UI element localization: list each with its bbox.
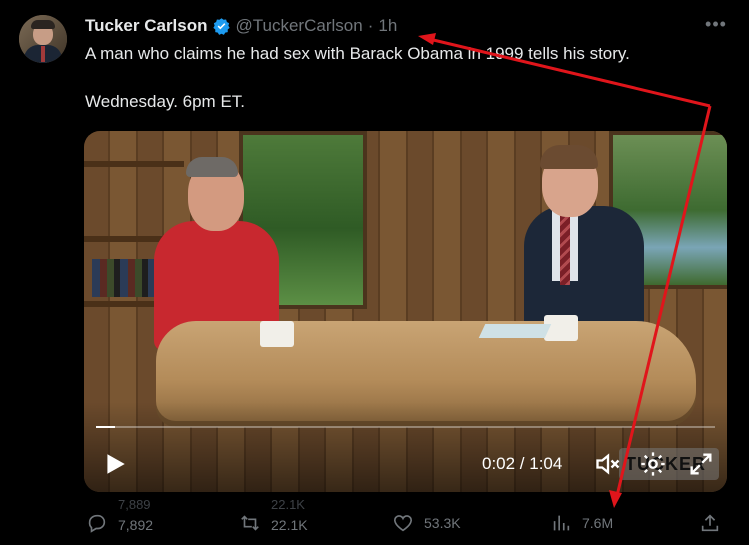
papers bbox=[478, 324, 552, 338]
tweet-timestamp[interactable]: 1h bbox=[378, 16, 397, 36]
tweet-actions-bar: 7,889 7,892 22.1K 22.1K 53.3K 7.6M bbox=[84, 497, 727, 541]
video-progress-fill bbox=[96, 426, 115, 428]
guest-hair bbox=[186, 157, 238, 177]
retweet-count: 22.1K bbox=[271, 517, 308, 533]
share-button[interactable] bbox=[699, 505, 721, 541]
play-icon[interactable] bbox=[102, 451, 128, 477]
volume-muted-icon[interactable] bbox=[594, 450, 622, 478]
host-tie bbox=[560, 215, 570, 285]
shelf bbox=[84, 161, 184, 167]
retweet-count-previous: 22.1K bbox=[271, 497, 305, 512]
tweet-text-line: A man who claims he had sex with Barack … bbox=[85, 44, 630, 63]
tweet-text: A man who claims he had sex with Barack … bbox=[85, 43, 725, 113]
host-hair bbox=[540, 145, 598, 169]
author-handle[interactable]: @TuckerCarlson bbox=[236, 16, 363, 36]
video-player[interactable]: 0:02 / 1:04 TUCKER bbox=[84, 131, 727, 492]
tweet-text-line: Wednesday. 6pm ET. bbox=[85, 92, 246, 111]
reply-button[interactable]: 7,889 7,892 bbox=[86, 497, 154, 541]
views-button[interactable]: 7.6M bbox=[550, 505, 613, 541]
views-count: 7.6M bbox=[582, 515, 614, 531]
retweet-button[interactable]: 22.1K 22.1K bbox=[239, 497, 308, 541]
avatar-figure-hair bbox=[31, 20, 55, 29]
like-button[interactable]: 53.3K bbox=[392, 505, 461, 541]
video-timecode: 0:02 / 1:04 bbox=[482, 454, 563, 473]
coffee-mug bbox=[260, 321, 294, 347]
reply-icon bbox=[88, 514, 106, 533]
like-count: 53.3K bbox=[424, 515, 461, 531]
video-frame bbox=[84, 131, 727, 492]
reply-count: 7,892 bbox=[118, 517, 154, 533]
retweet-icon bbox=[241, 515, 259, 531]
meta-separator: · bbox=[367, 16, 374, 35]
verified-badge-icon[interactable] bbox=[212, 17, 231, 36]
heart-icon bbox=[393, 515, 413, 532]
author-avatar[interactable] bbox=[19, 15, 67, 63]
author-name[interactable]: Tucker Carlson bbox=[85, 16, 208, 36]
fullscreen-icon[interactable] bbox=[687, 450, 715, 478]
books bbox=[92, 259, 162, 297]
share-icon bbox=[701, 514, 719, 532]
more-horizontal-icon[interactable]: ••• bbox=[705, 13, 727, 35]
tweet-header: Tucker Carlson @TuckerCarlson · 1h bbox=[85, 15, 397, 37]
settings-gear-icon[interactable] bbox=[639, 450, 667, 478]
video-progress-bar[interactable] bbox=[96, 426, 715, 428]
reply-count-previous: 7,889 bbox=[118, 497, 151, 512]
avatar-figure-tie bbox=[41, 46, 45, 62]
views-chart-icon bbox=[553, 515, 570, 531]
